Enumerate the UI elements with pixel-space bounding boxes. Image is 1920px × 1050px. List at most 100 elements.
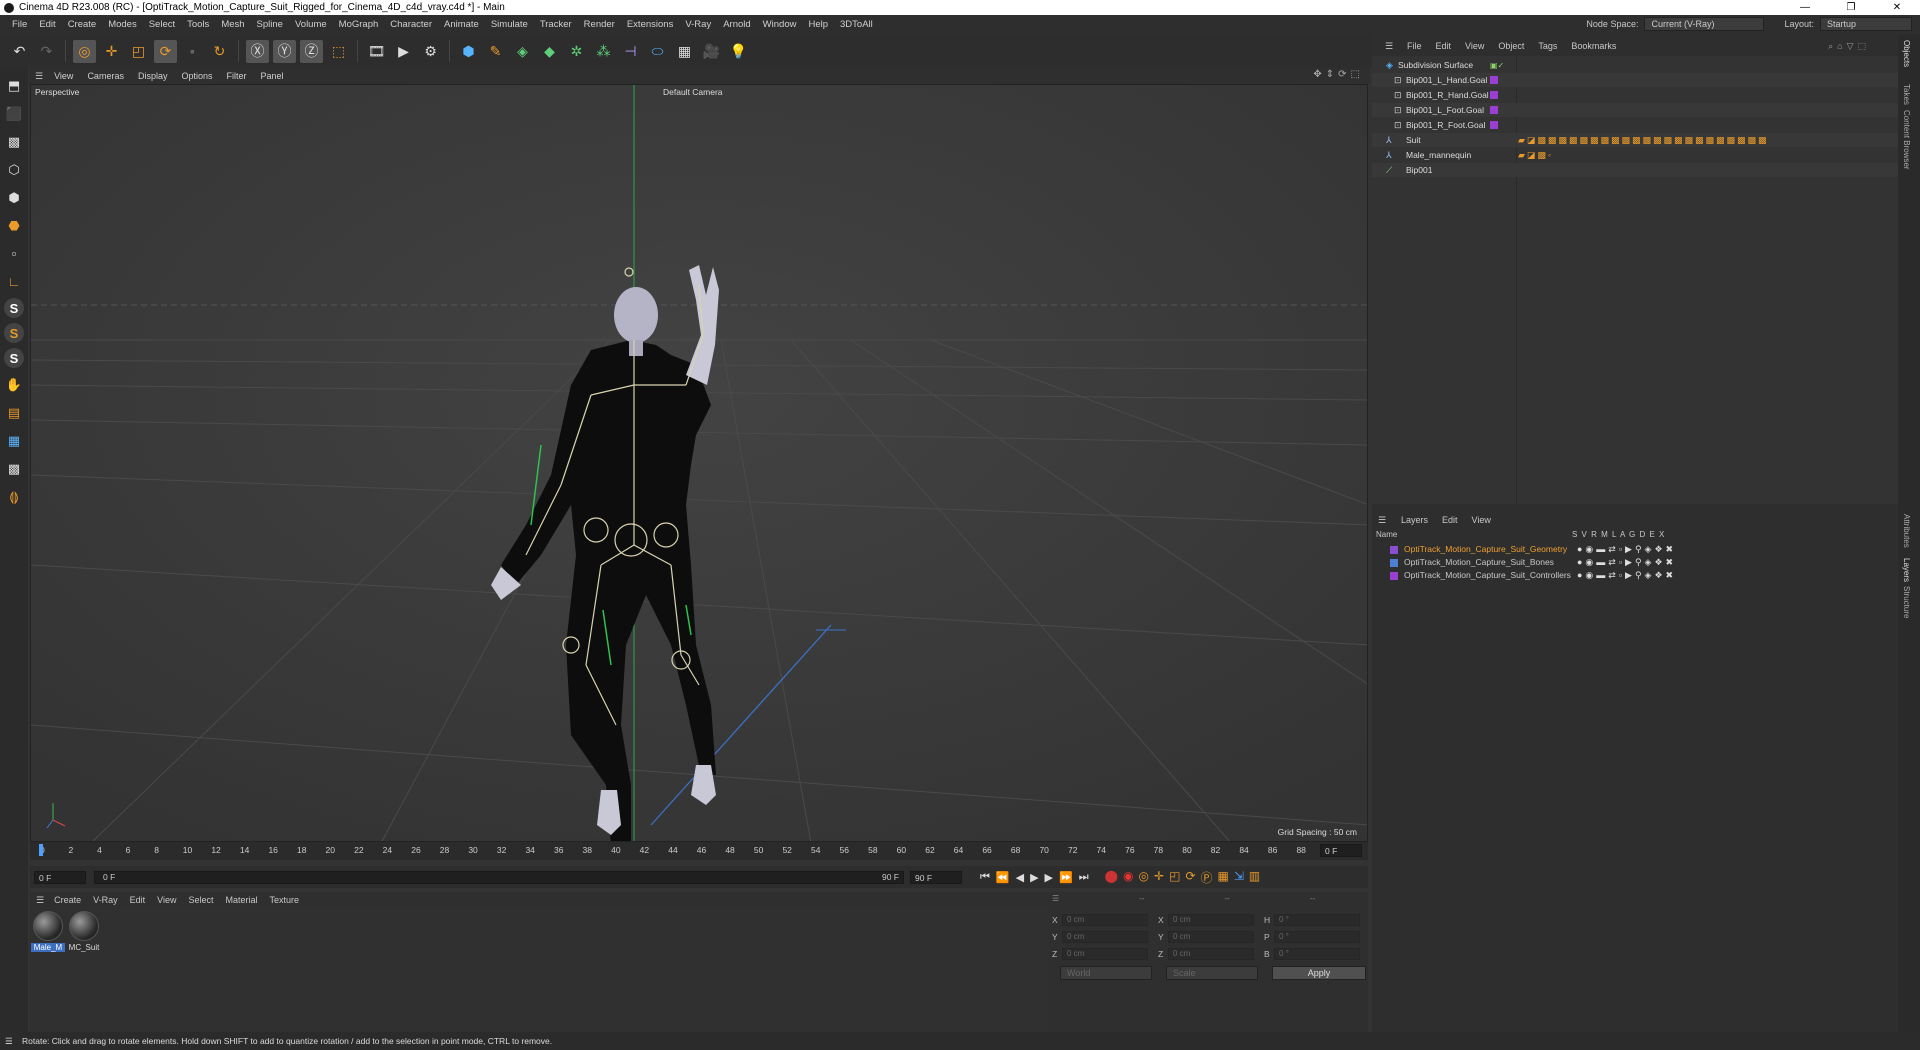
menu-arnold[interactable]: Arnold (717, 19, 756, 30)
key-pla-icon[interactable]: ▦ (1218, 869, 1229, 886)
apply-button[interactable]: Apply (1272, 966, 1366, 980)
coordinate-space-dropdown[interactable]: World (1060, 966, 1152, 980)
record-keys-icon[interactable]: ⬤ (1105, 869, 1118, 886)
timeline-ruler[interactable]: 0246810121416182022242628303234363840424… (30, 842, 1368, 860)
object-row-r-hand-goal[interactable]: ⊡ Bip001_R_Hand.Goal (1372, 88, 1900, 102)
minimize-button[interactable]: — (1782, 0, 1828, 15)
layer-flags-icons[interactable]: ●◉▬⇄▫▶⚲◈❖✖ (1577, 557, 1676, 568)
material-menu-create[interactable]: Create (48, 895, 87, 905)
viewport-menu-display[interactable]: Display (131, 71, 175, 81)
x-axis-icon[interactable]: Ⓧ (246, 39, 269, 63)
perspective-viewport[interactable]: Perspective Default Camera Grid Spacing … (30, 84, 1368, 842)
object-row-subdivision-surface[interactable]: ◈ Subdivision Surface ▣✓ (1372, 58, 1900, 72)
viewport-menu-view[interactable]: View (47, 71, 80, 81)
viewport-camera-label[interactable]: Default Camera (663, 87, 723, 97)
key-selection-icon[interactable]: ◎ (1139, 869, 1149, 886)
menu-mograph[interactable]: MoGraph (333, 19, 385, 30)
solo-icon[interactable]: ▩ (3, 457, 26, 480)
material-menu-select[interactable]: Select (182, 895, 219, 905)
key-parameter-icon[interactable]: Ⓟ (1201, 869, 1213, 886)
object-row-r-foot-goal[interactable]: ⊡ Bip001_R_Foot.Goal (1372, 118, 1900, 132)
menu-tools[interactable]: Tools (181, 19, 215, 30)
node-space-dropdown[interactable]: Current (V-Ray) (1644, 17, 1765, 31)
frame-range-slider[interactable]: 0 F 90 F (94, 870, 904, 884)
start-frame-field[interactable]: 0 F (34, 870, 86, 884)
object-row-l-foot-goal[interactable]: ⊡ Bip001_L_Foot.Goal (1372, 103, 1900, 117)
dope-sheet-icon[interactable]: ▥ (1249, 869, 1260, 886)
object-row-bip001[interactable]: ⟋ Bip001 (1372, 163, 1900, 177)
tab-structure[interactable]: Structure (1902, 586, 1911, 618)
recent-rotate-icon[interactable]: ↻ (208, 40, 231, 63)
edges-mode-icon[interactable]: ⬢ (3, 186, 26, 209)
points-mode-icon[interactable]: ⬡ (3, 158, 26, 181)
object-menu-edit[interactable]: Edit (1429, 41, 1459, 51)
layer-flags-icons[interactable]: ●◉▬⇄▫▶⚲◈❖✖ (1577, 544, 1676, 555)
timeline-window-icon[interactable]: ⇲ (1234, 869, 1244, 886)
menu-modes[interactable]: Modes (102, 19, 143, 30)
tab-attributes[interactable]: Attributes (1902, 514, 1911, 548)
coordinates-hamburger-icon[interactable]: ☰ (1052, 894, 1059, 903)
object-menu-object[interactable]: Object (1491, 41, 1531, 51)
maximize-button[interactable]: ❐ (1828, 0, 1874, 15)
layer-color-swatch[interactable] (1390, 546, 1398, 554)
layer-row-geometry[interactable]: OptiTrack_Motion_Capture_Suit_Geometry ●… (1372, 544, 1900, 556)
material-hamburger-icon[interactable]: ☰ (36, 895, 44, 906)
z-axis-icon[interactable]: Ⓩ (300, 39, 323, 63)
menu-render[interactable]: Render (578, 19, 621, 30)
menu-tracker[interactable]: Tracker (534, 19, 578, 30)
menu-character[interactable]: Character (384, 19, 438, 30)
menu-window[interactable]: Window (757, 19, 803, 30)
position-z-field[interactable]: 0 cm (1062, 948, 1148, 960)
menu-extensions[interactable]: Extensions (621, 19, 679, 30)
camera-icon[interactable]: 🎥 (700, 40, 723, 63)
status-hamburger-icon[interactable]: ☰ (5, 1036, 13, 1047)
viewport-menu-filter[interactable]: Filter (220, 71, 254, 81)
cloner-icon[interactable]: ✲ (565, 40, 588, 63)
size-y-field[interactable]: 0 cm (1168, 931, 1254, 943)
viewport-hamburger-icon[interactable]: ☰ (35, 71, 43, 82)
layer-menu-view[interactable]: View (1465, 515, 1498, 525)
render-view-icon[interactable]: ▶ (392, 40, 415, 63)
next-key-icon[interactable]: ⏩ (1059, 871, 1073, 884)
menu-edit[interactable]: Edit (33, 19, 61, 30)
playhead[interactable] (39, 844, 43, 856)
y-axis-icon[interactable]: Ⓨ (273, 39, 296, 63)
object-hamburger-icon[interactable]: ☰ (1378, 41, 1400, 52)
grid-icon[interactable]: ▦ (3, 429, 26, 452)
visibility-check-icon[interactable]: ▣✓ (1490, 61, 1504, 70)
layer-menu-layers[interactable]: Layers (1394, 515, 1435, 525)
tab-objects[interactable]: Objects (1902, 40, 1911, 67)
undo-icon[interactable]: ↶ (8, 40, 31, 63)
viewport-navigation-icons[interactable]: ✥⇕⟳⬚ (1313, 69, 1364, 80)
make-editable-icon[interactable]: ⬒ (3, 74, 26, 97)
go-to-end-icon[interactable]: ⏭ (1079, 871, 1089, 884)
suit-tags-icon[interactable]: ▰◪▩▩▩▩▩▩▩▩▩▩▩▩▩▩▩▩▩▩▩▩▩▩ (1518, 135, 1769, 146)
material-menu-material[interactable]: Material (220, 895, 264, 905)
menu-mesh[interactable]: Mesh (215, 19, 250, 30)
menu-create[interactable]: Create (62, 19, 103, 30)
render-region-icon[interactable]: 🎞 (365, 40, 388, 63)
tab-content-browser[interactable]: Content Browser (1902, 110, 1911, 170)
texture-mode-icon[interactable]: ▩ (3, 130, 26, 153)
menu-volume[interactable]: Volume (289, 19, 333, 30)
close-button[interactable]: ✕ (1874, 0, 1920, 15)
previous-frame-icon[interactable]: ◀ (1016, 871, 1024, 884)
extrude-icon[interactable]: ◆ (538, 40, 561, 63)
key-position-icon[interactable]: ✛ (1154, 869, 1164, 886)
coordinate-system-icon[interactable]: ⬚ (327, 40, 350, 63)
material-male-m[interactable]: Male_M (31, 911, 65, 956)
object-menu-file[interactable]: File (1400, 41, 1429, 51)
deformer-icon[interactable]: ⊣ (619, 40, 642, 63)
tab-layers[interactable]: Layers (1902, 558, 1911, 582)
menu-select[interactable]: Select (143, 19, 181, 30)
material-mc-suit[interactable]: MC_Suit (67, 911, 101, 956)
workplane-icon[interactable]: ✋ (3, 373, 26, 396)
go-to-start-icon[interactable]: ⏮ (980, 871, 990, 884)
layer-color-swatch[interactable] (1390, 572, 1398, 580)
previous-key-icon[interactable]: ⏪ (996, 871, 1010, 884)
axis-mode-icon[interactable]: ∟ (3, 270, 26, 293)
redo-icon[interactable]: ↷ (35, 40, 58, 63)
light-icon[interactable]: 💡 (727, 40, 750, 63)
render-settings-icon[interactable]: ⚙ (419, 40, 442, 63)
scale-icon[interactable]: ◰ (127, 40, 150, 63)
